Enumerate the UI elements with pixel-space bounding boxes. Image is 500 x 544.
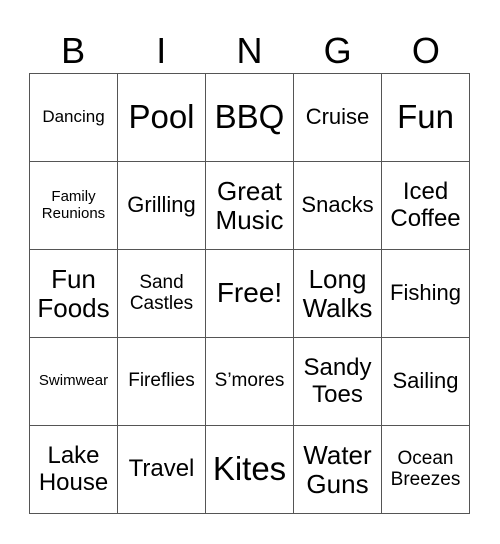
bingo-cell[interactable]: Sandy Toes	[294, 338, 382, 426]
bingo-cell[interactable]: BBQ	[206, 74, 294, 162]
bingo-cell[interactable]: Family Reunions	[30, 162, 118, 250]
bingo-cell[interactable]: Fun Foods	[30, 250, 118, 338]
bingo-cell[interactable]: Kites	[206, 426, 294, 514]
header-letter-n: N	[236, 30, 263, 71]
bingo-cell[interactable]: Ocean Breezes	[382, 426, 470, 514]
bingo-cell[interactable]: Travel	[118, 426, 206, 514]
header-letter-i: I	[156, 30, 167, 71]
header-letter-b: B	[61, 30, 86, 71]
bingo-cell[interactable]: Sailing	[382, 338, 470, 426]
bingo-cell[interactable]: S’mores	[206, 338, 294, 426]
header-letter-g: G	[323, 30, 352, 71]
bingo-header: B I N G O	[29, 28, 470, 73]
bingo-cell[interactable]: Fishing	[382, 250, 470, 338]
header-letter-o: O	[411, 30, 440, 71]
bingo-cell[interactable]: Swimwear	[30, 338, 118, 426]
bingo-cell[interactable]: Long Walks	[294, 250, 382, 338]
bingo-cell[interactable]: Dancing	[30, 74, 118, 162]
bingo-cell[interactable]: Cruise	[294, 74, 382, 162]
bingo-cell[interactable]: Lake House	[30, 426, 118, 514]
bingo-cell[interactable]: Grilling	[118, 162, 206, 250]
bingo-cell[interactable]: Great Music	[206, 162, 294, 250]
bingo-card: Dancing Pool BBQ Cruise Fun Family Reuni…	[29, 73, 470, 514]
bingo-cell[interactable]: Iced Coffee	[382, 162, 470, 250]
bingo-cell[interactable]: Sand Castles	[118, 250, 206, 338]
bingo-cell[interactable]: Fireflies	[118, 338, 206, 426]
free-space[interactable]: Free!	[206, 250, 294, 338]
bingo-cell[interactable]: Snacks	[294, 162, 382, 250]
bingo-cell[interactable]: Water Guns	[294, 426, 382, 514]
bingo-cell[interactable]: Fun	[382, 74, 470, 162]
bingo-cell[interactable]: Pool	[118, 74, 206, 162]
